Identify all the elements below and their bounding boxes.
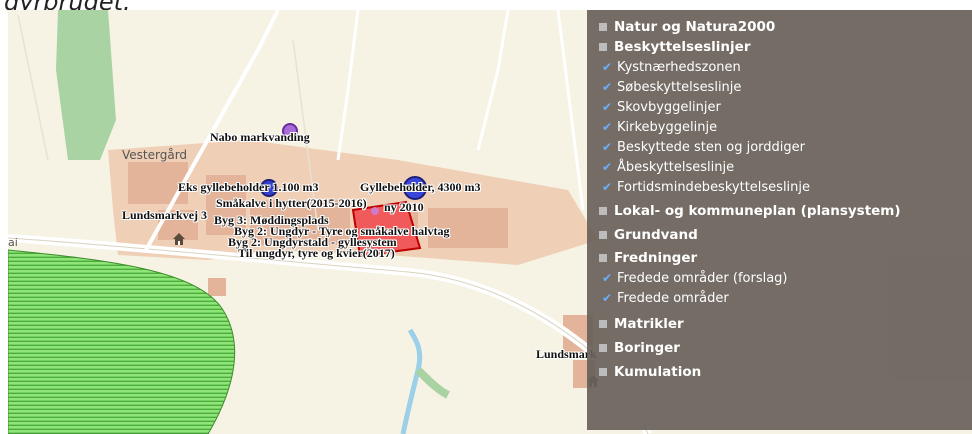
layer-group-kumulation[interactable]: Kumulation [587,362,972,382]
expand-icon[interactable] [599,344,607,352]
layer-group-label: Grundvand [614,227,698,243]
layer-group-label: Kumulation [614,364,702,380]
layer-item-skovbyggelinjer[interactable]: ✔ Skovbyggelinjer [587,97,972,117]
layer-group-label: Lokal- og kommuneplan (plansystem) [614,203,901,219]
layer-group-beskyttelseslinjer[interactable]: Beskyttelseslinjer [587,37,972,57]
layer-item-label: Fredede områder (forslag) [617,270,788,286]
expand-icon[interactable] [599,23,607,31]
layer-item-label: Beskyttede sten og jorddiger [617,139,805,155]
house-icon[interactable] [172,232,186,246]
expand-icon[interactable] [599,368,607,376]
checkmark-icon[interactable]: ✔ [601,81,613,93]
layer-group-boringer[interactable]: Boringer [587,338,972,358]
calf-marker [371,207,379,215]
checkmark-icon[interactable]: ✔ [601,101,613,113]
checkmark-icon[interactable]: ✔ [601,272,613,284]
place-label-road: ai [8,236,18,249]
layer-item-soebeskyttelseslinje[interactable]: ✔ Søbeskyttelseslinje [587,77,972,97]
map-label-nabo-markvanding: Nabo markvanding [210,130,310,144]
layer-item-label: Søbeskyttelseslinje [617,79,742,95]
map-label-eks-gyllebeholder: Eks gyllebeholder 1.100 m3 [178,180,319,194]
layer-group-fredninger[interactable]: Fredninger [587,248,972,268]
layer-item-label: Åbeskyttelseslinje [617,159,735,175]
forest-area [56,10,116,160]
layer-item-fredede-forslag[interactable]: ✔ Fredede områder (forslag) [587,268,972,288]
layer-group-matrikler[interactable]: Matrikler [587,314,972,334]
layer-item-label: Fortidsmindebeskyttelseslinje [617,179,811,195]
map-label-ny-2010: ny 2010 [384,200,424,214]
map-label-smaakalve: Småkalve i hytter(2015-2016) [216,196,367,210]
layer-item-aabeskyttelseslinje[interactable]: ✔ Åbeskyttelseslinje [587,157,972,177]
checkmark-icon[interactable]: ✔ [601,292,613,304]
layer-item-fortidsminde[interactable]: ✔ Fortidsmindebeskyttelseslinje [587,177,972,197]
layers-panel: Natur og Natura2000 Beskyttelseslinjer ✔… [587,10,972,430]
layer-item-label: Kystnærhedszonen [617,59,741,75]
layer-item-label: Kirkebyggelinje [617,119,718,135]
place-label-vestergaard: Vestergård [122,148,188,162]
layer-item-beskyttede-sten[interactable]: ✔ Beskyttede sten og jorddiger [587,137,972,157]
checkmark-icon[interactable]: ✔ [601,141,613,153]
expand-icon[interactable] [599,320,607,328]
map-label-lundsmarkvej: Lundsmarkvej 3 [122,208,208,222]
layer-item-label: Skovbyggelinjer [617,99,721,115]
layer-group-label: Beskyttelseslinjer [614,39,751,55]
layer-item-kystnaerhedszonen[interactable]: ✔ Kystnærhedszonen [587,57,972,77]
checkmark-icon[interactable]: ✔ [601,161,613,173]
layer-group-label: Fredninger [614,250,698,266]
layer-item-label: Fredede områder [617,290,729,306]
collapse-icon[interactable] [599,43,607,51]
layer-item-kirkebyggelinje[interactable]: ✔ Kirkebyggelinje [587,117,972,137]
checkmark-icon[interactable]: ✔ [601,181,613,193]
map-label-gyllebeholder: Gyllebeholder, 4300 m3 [360,180,481,194]
layer-group-label: Matrikler [614,316,684,332]
expand-icon[interactable] [599,207,607,215]
checkmark-icon[interactable]: ✔ [601,61,613,73]
layer-group-label: Boringer [614,340,680,356]
collapse-icon[interactable] [599,254,607,262]
expand-icon[interactable] [599,231,607,239]
layer-item-fredede-omraader[interactable]: ✔ Fredede områder [587,288,972,308]
layer-group-natur[interactable]: Natur og Natura2000 [587,17,972,37]
map-label-kvier-2017: Til ungdyr, tyre og kvier(2017) [238,246,395,260]
checkmark-icon[interactable]: ✔ [601,121,613,133]
layer-group-lokalplan[interactable]: Lokal- og kommuneplan (plansystem) [587,201,972,221]
layer-group-grundvand[interactable]: Grundvand [587,225,972,245]
layer-group-label: Natur og Natura2000 [614,19,776,35]
